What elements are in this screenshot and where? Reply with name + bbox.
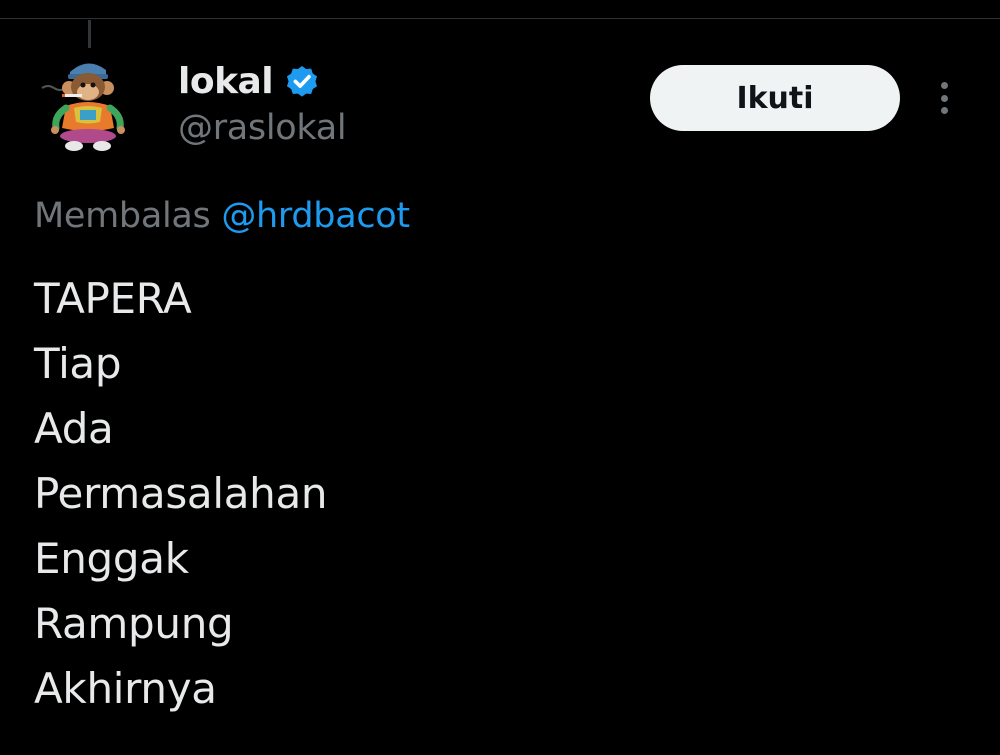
tweet-text: TAPERA Tiap Ada Permasalahan Enggak Ramp… <box>34 266 328 721</box>
reply-mention-link[interactable]: @hrdbacot <box>221 196 410 236</box>
tweet-line: Akhirnya <box>34 664 217 713</box>
name-row: lokal <box>178 56 346 106</box>
more-options-button[interactable] <box>928 76 960 120</box>
avatar[interactable] <box>40 50 136 158</box>
tweet-line: TAPERA <box>34 274 192 323</box>
verified-badge-icon <box>287 65 318 97</box>
author-handle[interactable]: @raslokal <box>178 108 347 148</box>
top-divider <box>0 18 1000 19</box>
follow-button[interactable]: Ikuti <box>650 65 900 131</box>
tweet-line: Rampung <box>34 599 234 648</box>
tweet-line: Ada <box>34 404 114 453</box>
tweet-line: Permasalahan <box>34 469 328 518</box>
thread-connector-line <box>88 20 91 48</box>
more-vertical-icon <box>940 82 948 89</box>
monkey-avatar-icon <box>41 63 125 151</box>
author-display-name[interactable]: lokal <box>178 61 274 102</box>
more-vertical-icon <box>940 107 948 114</box>
more-vertical-icon <box>940 94 948 102</box>
author-block: lokal @raslokal <box>178 56 347 149</box>
tweet-line: Tiap <box>34 339 122 388</box>
tweet-line: Enggak <box>34 534 189 583</box>
reply-prefix: Membalas <box>34 196 211 236</box>
reply-context: Membalas @hrdbacot <box>34 196 410 236</box>
